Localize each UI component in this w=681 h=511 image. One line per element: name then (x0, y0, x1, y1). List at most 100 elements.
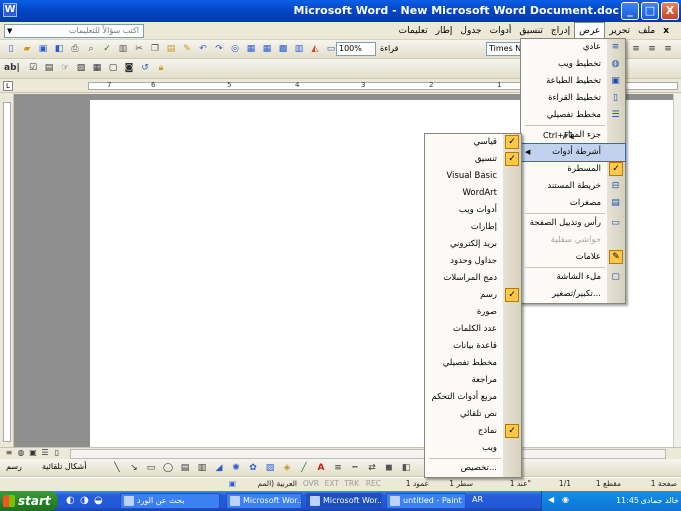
vertical-scrollbar[interactable] (673, 94, 681, 447)
protect-form-icon[interactable]: 🔒︎ (154, 61, 168, 75)
align-right-icon[interactable]: ≡ (661, 42, 675, 56)
view-menu-outline[interactable]: ☰ مخطط تفصيلي (521, 107, 625, 124)
draw-table-icon[interactable]: ▧ (74, 61, 88, 75)
toolbars-menu-item[interactable]: قاعدة بيانات (425, 338, 521, 355)
spelling-status-icon[interactable]: ▣ (229, 479, 236, 488)
zoom-select[interactable]: 100% (336, 42, 376, 56)
insert-table-icon[interactable]: ▦ (260, 42, 274, 56)
line-color-icon[interactable]: ╱ (297, 461, 311, 475)
menu-file[interactable]: ملف (634, 22, 659, 40)
language-indicator[interactable]: AR (472, 495, 483, 504)
taskbar-item[interactable]: untitled - Paint (386, 493, 466, 509)
copy-icon[interactable]: ❐ (148, 42, 162, 56)
line-style-icon[interactable]: ≡ (331, 461, 345, 475)
clipart-icon[interactable]: ✿ (246, 461, 260, 475)
view-menu-document-map[interactable]: ⊟ خريطة المستند (521, 178, 625, 195)
print-view-button-icon[interactable]: ▣ (28, 448, 38, 458)
permission-icon[interactable]: ◧ (52, 42, 66, 56)
save-icon[interactable]: ▣ (36, 42, 50, 56)
shadow-icon[interactable]: ◼ (382, 461, 396, 475)
toolbars-menu-item[interactable]: ✓ قياسي (425, 134, 521, 151)
toolbars-menu-item[interactable]: بريد إلكتروني (425, 236, 521, 253)
new-document-icon[interactable]: ▯ (4, 42, 18, 56)
toolbars-menu-item[interactable]: نص تلقائي (425, 406, 521, 423)
oval-icon[interactable]: ◯ (161, 461, 175, 475)
3d-icon[interactable]: ◧ (399, 461, 413, 475)
chevron-down-icon[interactable]: ▼ (7, 25, 12, 37)
insert-table-form-icon[interactable]: ▦ (90, 61, 104, 75)
horizontal-scrollbar[interactable] (70, 449, 666, 459)
form-field-shading-icon[interactable]: ◙ (122, 61, 136, 75)
tables-borders-icon[interactable]: ▦ (244, 42, 258, 56)
view-menu-zoom[interactable]: تكبير/تصغير... (521, 286, 625, 303)
toolbars-menu-item[interactable]: أدوات ويب (425, 202, 521, 219)
maximize-button[interactable]: □ (641, 2, 659, 20)
toolbars-menu-item[interactable]: مراجعة (425, 372, 521, 389)
view-menu-reading-layout[interactable]: ▯ تخطيط القراءة (521, 90, 625, 107)
toolbars-menu-item[interactable]: مربع أدوات التحكم (425, 389, 521, 406)
vertical-ruler-track[interactable] (3, 102, 11, 442)
reset-form-fields-icon[interactable]: ↺ (138, 61, 152, 75)
draw-menu-button[interactable]: رسم (6, 462, 22, 471)
view-menu-toolbars[interactable]: ◀ أشرطة أدوات (520, 143, 626, 162)
view-menu-task-pane[interactable]: Ctrl+F1 جزء المهام (521, 127, 625, 144)
rectangle-icon[interactable]: ▭ (144, 461, 158, 475)
drawing-icon[interactable]: ◭ (308, 42, 322, 56)
quicklaunch-icon[interactable]: ◑ (80, 495, 89, 506)
toolbars-menu-item[interactable]: ✓ نماذج (425, 423, 521, 440)
toolbars-menu-item[interactable]: مخطط تفصيلي (425, 355, 521, 372)
view-menu-web-layout[interactable]: ◍ تخطيط ويب (521, 56, 625, 73)
toolbars-menu-item[interactable]: تخصيص... (425, 460, 521, 477)
view-menu-print-layout[interactable]: ▣ تخطيط الطباعة (521, 73, 625, 90)
normal-view-button-icon[interactable]: ≡ (4, 448, 14, 458)
research-icon[interactable]: ▥ (116, 42, 130, 56)
format-painter-icon[interactable]: ✎ (180, 42, 194, 56)
network-icon[interactable]: ◀ (548, 495, 554, 504)
paste-icon[interactable]: ▤ (164, 42, 178, 56)
taskbar-item[interactable]: Microsoft Wor... (306, 493, 382, 509)
toolbars-menu-item[interactable]: ويب (425, 440, 521, 457)
menu-help[interactable]: تعليمات (395, 22, 432, 40)
toolbars-menu-item[interactable]: صورة (425, 304, 521, 321)
tab-selector-icon[interactable]: L (3, 81, 13, 91)
undo-icon[interactable]: ↶ (196, 42, 210, 56)
view-menu-normal[interactable]: ≡ عادي (521, 39, 625, 56)
wordart-icon[interactable]: ◢ (212, 461, 226, 475)
view-menu-markup[interactable]: ✎ علامات (521, 249, 625, 266)
toolbars-menu-item[interactable]: إطارات (425, 219, 521, 236)
dash-style-icon[interactable]: ┅ (348, 461, 362, 475)
print-preview-icon[interactable]: ⌕ (84, 42, 98, 56)
menu-close-document[interactable]: x (659, 22, 673, 40)
status-ext[interactable]: EXT (325, 479, 339, 488)
toolbars-menu-item[interactable]: دمج المراسلات (425, 270, 521, 287)
vertical-textbox-icon[interactable]: ▥ (195, 461, 209, 475)
insert-excel-icon[interactable]: ▩ (276, 42, 290, 56)
toolbars-menu-item[interactable]: عدد الكلمات (425, 321, 521, 338)
align-center-icon[interactable]: ≡ (645, 42, 659, 56)
outline-view-button-icon[interactable]: ☰ (40, 448, 50, 458)
autoshapes-button[interactable]: أشكال تلقائية (42, 462, 86, 471)
view-menu-header-footer[interactable]: ▭ رأس وتذييل الصفحة (521, 215, 625, 232)
open-folder-icon[interactable]: ▰ (20, 42, 34, 56)
align-left-icon[interactable]: ≡ (629, 42, 643, 56)
status-ovr[interactable]: OVR (303, 479, 319, 488)
view-menu-thumbnails[interactable]: ▤ مصغرات (521, 195, 625, 212)
hyperlink-icon[interactable]: ◎ (228, 42, 242, 56)
word-app-icon[interactable]: W (3, 3, 17, 17)
start-button[interactable]: start (0, 491, 58, 511)
diagram-icon[interactable]: ✺ (229, 461, 243, 475)
dropdown-form-field-icon[interactable]: ▤ (42, 61, 56, 75)
reading-view-button-icon[interactable]: ▯ (52, 448, 62, 458)
minimize-button[interactable]: _ (621, 2, 639, 20)
toolbars-menu-item[interactable]: جداول وحدود (425, 253, 521, 270)
insert-picture-icon[interactable]: ▨ (263, 461, 277, 475)
toolbars-menu-item[interactable]: WordArt (425, 185, 521, 202)
view-menu-full-screen[interactable]: ▢ ملء الشاشة (521, 269, 625, 286)
clock[interactable]: 11:45 (616, 496, 639, 505)
web-view-button-icon[interactable]: ◍ (16, 448, 26, 458)
ask-question-box[interactable]: ▼ اكتب سؤالاً للتعليمات (4, 24, 144, 38)
close-button[interactable]: X (661, 2, 679, 20)
menu-tools[interactable]: أدوات (486, 22, 516, 40)
status-rec[interactable]: REC (366, 479, 381, 488)
taskbar-item[interactable]: Microsoft Wor... (226, 493, 302, 509)
